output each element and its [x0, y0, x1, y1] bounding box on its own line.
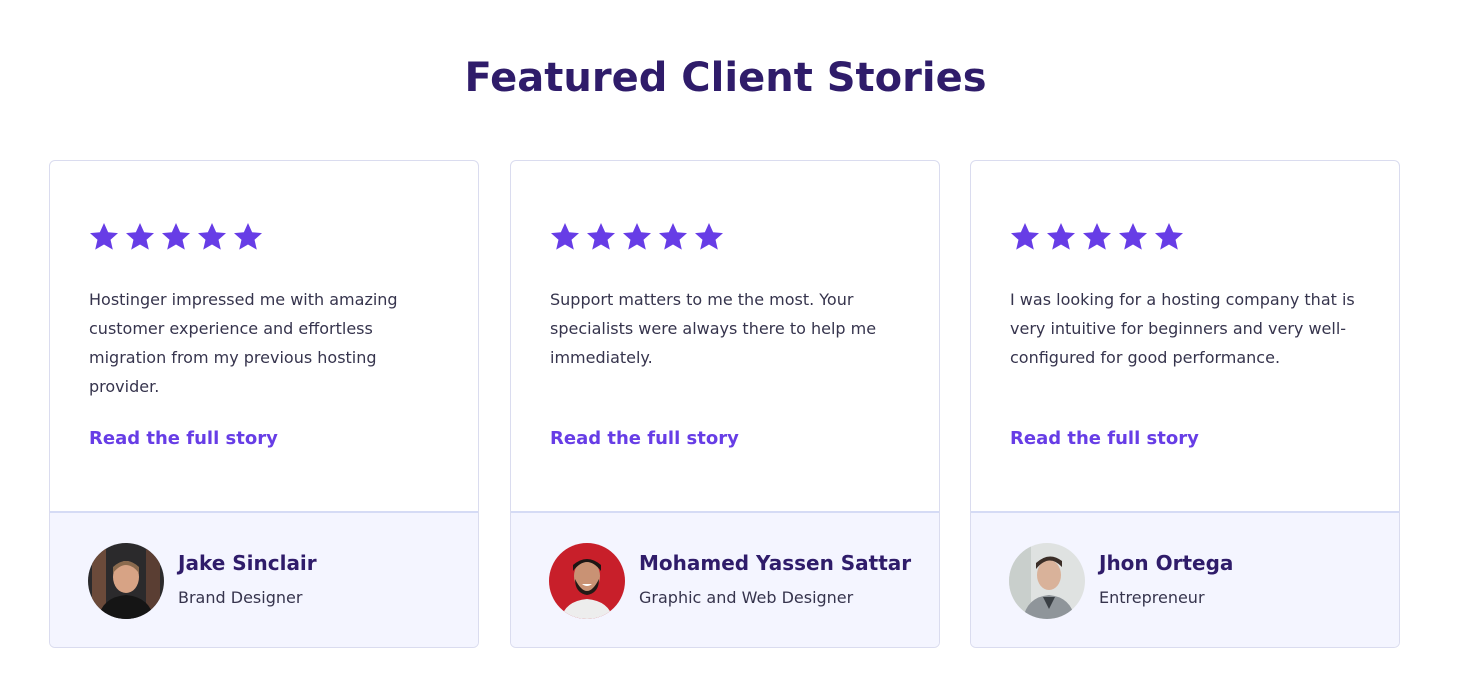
star-icon [88, 221, 120, 253]
author-role: Entrepreneur [1099, 588, 1205, 607]
star-rating [549, 221, 725, 253]
author-role: Brand Designer [178, 588, 303, 607]
testimonial-quote: I was looking for a hosting company that… [1010, 290, 1355, 367]
author-name: Jhon Ortega [1099, 551, 1234, 575]
author-name: Jake Sinclair [178, 551, 317, 575]
testimonial-body: Support matters to me the most. Your spe… [511, 161, 939, 513]
star-icon [585, 221, 617, 253]
star-icon [693, 221, 725, 253]
testimonial-card: Support matters to me the most. Your spe… [510, 160, 940, 648]
testimonial-card: I was looking for a hosting company that… [970, 160, 1400, 648]
star-icon [124, 221, 156, 253]
star-icon [549, 221, 581, 253]
read-full-story-link[interactable]: Read the full story [89, 425, 278, 453]
author-info: Mohamed Yassen Sattar Graphic and Web De… [511, 513, 939, 647]
star-icon [657, 221, 689, 253]
star-rating [1009, 221, 1185, 253]
avatar [88, 543, 164, 619]
testimonial-body: Hostinger impressed me with amazing cust… [50, 161, 478, 513]
star-icon [196, 221, 228, 253]
read-full-story-link[interactable]: Read the full story [550, 425, 739, 453]
avatar [1009, 543, 1085, 619]
section-title: Featured Client Stories [464, 55, 987, 101]
testimonial-quote: Support matters to me the most. Your spe… [550, 290, 877, 367]
avatar [549, 543, 625, 619]
read-full-story-link[interactable]: Read the full story [1010, 425, 1199, 453]
author-role: Graphic and Web Designer [639, 588, 854, 607]
testimonial-quote: Hostinger impressed me with amazing cust… [89, 290, 398, 396]
star-icon [1117, 221, 1149, 253]
star-icon [1009, 221, 1041, 253]
star-rating [88, 221, 264, 253]
star-icon [1045, 221, 1077, 253]
star-icon [232, 221, 264, 253]
author-info: Jake Sinclair Brand Designer [50, 513, 478, 647]
star-icon [160, 221, 192, 253]
testimonial-body: I was looking for a hosting company that… [971, 161, 1399, 513]
author-name: Mohamed Yassen Sattar [639, 551, 912, 575]
testimonial-card: Hostinger impressed me with amazing cust… [49, 160, 479, 648]
author-info: Jhon Ortega Entrepreneur [971, 513, 1399, 647]
star-icon [621, 221, 653, 253]
star-icon [1153, 221, 1185, 253]
star-icon [1081, 221, 1113, 253]
